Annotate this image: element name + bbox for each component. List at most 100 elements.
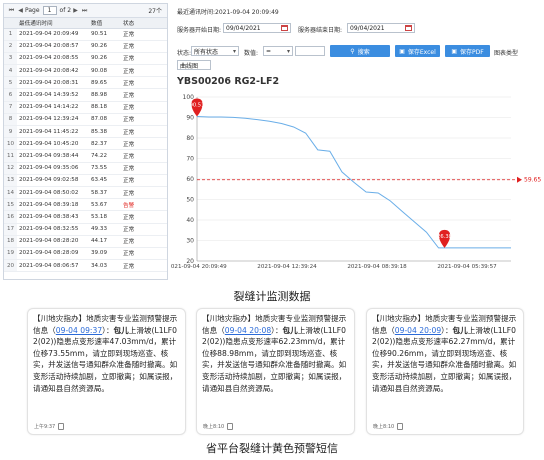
data-table-panel: ⏮ ◀ Page 1 of 2 ▶ ⏭ 27个 最低通讯时间 数值 状态 1 20…	[3, 3, 168, 280]
status-select-value: 所有状态	[194, 48, 219, 56]
row-index: 17	[4, 223, 17, 236]
table-row[interactable]: 8 2021-09-04 12:39:24 87.08 正常	[4, 113, 167, 127]
row-status: 正常	[121, 76, 167, 90]
table-row[interactable]: 20 2021-09-04 08:06:57 34.03 正常	[4, 259, 167, 273]
start-date-field[interactable]: 09/04/2021	[223, 23, 291, 33]
table-row[interactable]: 6 2021-09-04 14:39:52 88.98 正常	[4, 88, 167, 102]
start-date-label: 服务器开始日期:	[177, 27, 222, 34]
last-page-icon[interactable]: ⏭	[80, 7, 89, 15]
prev-page-icon[interactable]: ◀	[16, 7, 25, 14]
sms-time: 晚上8:10	[373, 424, 395, 430]
search-icon: ⚲	[350, 47, 355, 55]
row-index: 15	[4, 198, 17, 212]
row-time: 2021-09-04 08:28:20	[17, 235, 89, 248]
chart-title: YBS00206 RG2-LF2	[177, 76, 280, 87]
sms-text-part: 上滑坡(L1LF02(02))隐患点变形速率47.03mm/d，累计位移73.5…	[33, 325, 178, 393]
sms-time-link[interactable]: 09-04 20:08	[225, 326, 271, 335]
row-time: 2021-09-04 20:08:57	[17, 40, 89, 53]
row-time: 2021-09-04 08:06:57	[17, 259, 89, 273]
next-page-icon[interactable]: ▶	[71, 7, 80, 14]
end-date-field[interactable]: 09/04/2021	[347, 23, 415, 33]
page-input[interactable]: 1	[42, 6, 57, 15]
value-input[interactable]	[295, 46, 325, 56]
table-row[interactable]: 12 2021-09-04 09:35:06 73.55 正常	[4, 162, 167, 175]
row-index: 3	[4, 52, 17, 66]
table-row[interactable]: 7 2021-09-04 14:14:22 88.18 正常	[4, 101, 167, 114]
row-value: 53.18	[89, 210, 121, 224]
row-index: 5	[4, 76, 17, 90]
table-row[interactable]: 10 2021-09-04 10:45:20 82.37 正常	[4, 137, 167, 151]
row-status: 正常	[121, 247, 167, 261]
calendar-icon[interactable]	[405, 25, 412, 31]
row-value: 73.55	[89, 162, 121, 175]
table-row[interactable]: 9 2021-09-04 11:45:22 85.38 正常	[4, 125, 167, 139]
sms-time: 上午9:37	[34, 424, 56, 430]
save-pdf-button[interactable]: ▣ 保存PDF	[445, 45, 490, 57]
first-page-icon[interactable]: ⏮	[7, 7, 16, 15]
table-row[interactable]: 2 2021-09-04 20:08:57 90.26 正常	[4, 40, 167, 53]
sms-time-link[interactable]: 09-04 09:37	[56, 326, 102, 335]
row-index: 8	[4, 113, 17, 127]
status-select[interactable]: 所有状态 ▾	[191, 46, 239, 56]
chart-type-select[interactable]: 曲线图	[177, 60, 211, 70]
sms-card: 【川地灾指办】地质灾害专业监测预警提示信息（09-04 09:37）：包儿上滑坡…	[27, 308, 186, 435]
row-value: 74.22	[89, 149, 121, 163]
sms-text-part: ）：	[441, 325, 453, 335]
table-row[interactable]: 3 2021-09-04 20:08:55 90.26 正常	[4, 52, 167, 66]
table-row[interactable]: 11 2021-09-04 09:38:44 74.22 正常	[4, 149, 167, 163]
y-tick-label: 60	[186, 176, 194, 183]
value-operator-select[interactable]: = ▾	[263, 46, 293, 56]
row-value: 34.03	[89, 259, 121, 273]
row-time: 2021-09-04 14:14:22	[17, 101, 89, 114]
search-button[interactable]: ⚲ 搜索	[330, 45, 390, 57]
crack-meter-line-chart: 20304050607080901002021-09-04 20:09:49 20…	[171, 94, 541, 270]
table-row[interactable]: 17 2021-09-04 08:32:55 49.33 正常	[4, 223, 167, 236]
row-status: 正常	[121, 113, 167, 127]
row-status: 正常	[121, 125, 167, 139]
chart-type-label: 图表类型	[494, 50, 519, 57]
table-row[interactable]: 13 2021-09-04 09:02:58 63.45 正常	[4, 174, 167, 187]
row-status: 正常	[121, 101, 167, 114]
y-tick-label: 100	[183, 94, 195, 101]
header-time[interactable]: 最低通讯时间	[17, 18, 89, 29]
table-row[interactable]: 1 2021-09-04 20:09:49 90.51 正常	[4, 28, 167, 41]
table-row[interactable]: 19 2021-09-04 08:28:09 39.09 正常	[4, 247, 167, 261]
row-index: 18	[4, 235, 17, 248]
row-time: 2021-09-04 08:50:02	[17, 186, 89, 200]
row-status: 正常	[121, 149, 167, 163]
sms-text-part: 上滑坡(L1LF02(02))隐患点变形速率62.23mm/d，累计位移88.9…	[202, 325, 347, 393]
sms-time-link[interactable]: 09-04 20:09	[395, 326, 441, 335]
table-row[interactable]: 15 2021-09-04 08:39:18 53.67 告警	[4, 198, 167, 212]
row-status: 正常	[121, 235, 167, 248]
table-row[interactable]: 5 2021-09-04 20:08:31 89.65 正常	[4, 76, 167, 90]
series-line	[196, 115, 511, 249]
page-of-text: of 2	[59, 7, 72, 14]
record-count: 27个	[148, 8, 162, 15]
row-value: 90.51	[89, 28, 121, 41]
x-tick-label: 2021-09-04 12:39:24	[257, 264, 317, 270]
sms-location-name: 包儿	[452, 325, 468, 335]
row-status: 正常	[121, 186, 167, 200]
save-excel-button[interactable]: ▣ 保存Excel	[395, 45, 440, 57]
header-status[interactable]: 状态	[121, 18, 167, 29]
row-time: 2021-09-04 20:08:42	[17, 64, 89, 78]
row-value: 53.67	[89, 198, 121, 212]
row-value: 90.08	[89, 64, 121, 78]
x-tick-label: 2021-09-04 08:39:18	[347, 264, 407, 270]
table-row[interactable]: 14 2021-09-04 08:50:02 58.37 正常	[4, 186, 167, 200]
row-status: 正常	[121, 137, 167, 151]
chevron-down-icon: ▾	[286, 48, 290, 55]
header-value[interactable]: 数值	[89, 18, 121, 29]
table-row[interactable]: 16 2021-09-04 08:38:43 53.18 正常	[4, 210, 167, 224]
row-index: 9	[4, 125, 17, 139]
table-row[interactable]: 18 2021-09-04 08:28:20 44.17 正常	[4, 235, 167, 248]
calendar-icon[interactable]	[281, 25, 288, 31]
header-index	[4, 18, 17, 29]
row-value: 63.45	[89, 174, 121, 187]
row-index: 2	[4, 40, 17, 53]
max-value-label: 90.51	[190, 102, 205, 108]
x-tick-label: 2021-09-04 20:09:49	[171, 264, 227, 270]
row-value: 58.37	[89, 186, 121, 200]
table-row[interactable]: 4 2021-09-04 20:08:42 90.08 正常	[4, 64, 167, 78]
save-icon: ▣	[451, 47, 457, 55]
